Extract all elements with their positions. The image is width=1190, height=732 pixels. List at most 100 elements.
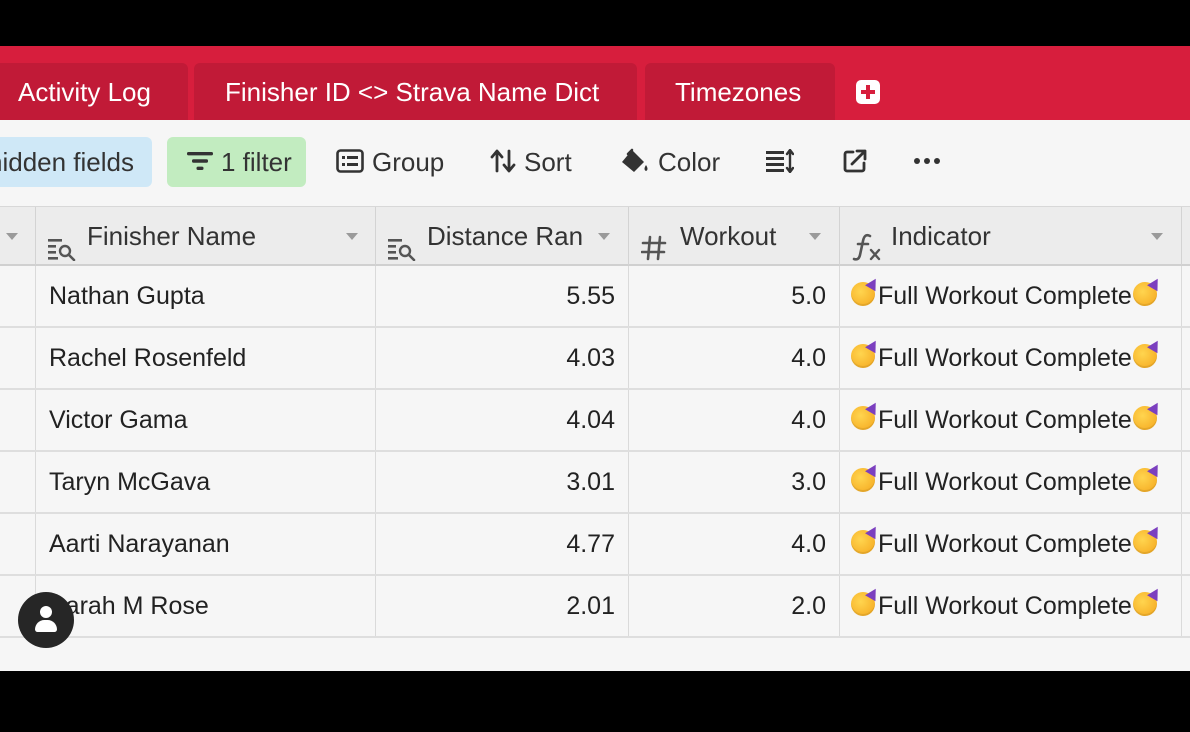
workout-cell[interactable]: 5.0	[629, 266, 840, 326]
distance-ran-cell[interactable]: 4.77	[376, 514, 629, 574]
workout-cell[interactable]: 4.0	[629, 514, 840, 574]
indicator-text: Full Workout Complete	[878, 406, 1132, 434]
app-window: Activity Log Finisher ID <> Strava Name …	[0, 46, 1190, 671]
row-number-cell[interactable]	[0, 390, 36, 450]
sort-button[interactable]: Sort	[490, 137, 572, 187]
chevron-down-icon[interactable]	[809, 233, 821, 240]
indicator-cell[interactable]: Full Workout Complete	[840, 390, 1182, 450]
sort-icon	[490, 149, 516, 173]
indicator-text: Full Workout Complete	[878, 530, 1132, 558]
party-face-icon	[1132, 530, 1157, 555]
row-number-header[interactable]	[0, 207, 36, 265]
chevron-down-icon[interactable]	[1151, 233, 1163, 240]
table-row[interactable]: Taryn McGava 3.01 3.0 Full Workout Compl…	[0, 452, 1190, 514]
indicator-text: Full Workout Complete	[878, 344, 1132, 372]
table-row[interactable]: Nathan Gupta 5.55 5.0 Full Workout Compl…	[0, 266, 1190, 328]
indicator-text: Full Workout Complete	[878, 468, 1132, 496]
group-icon	[336, 149, 364, 173]
row-number-cell[interactable]	[0, 452, 36, 512]
filter-label: 1 filter	[221, 147, 292, 177]
share-icon	[843, 149, 869, 173]
hidden-fields-button[interactable]: hidden fields	[0, 137, 152, 187]
party-face-icon	[851, 406, 875, 431]
table-row[interactable]: Victor Gama 4.04 4.0 Full Workout Comple…	[0, 390, 1190, 452]
column-label: Finisher Name	[87, 221, 257, 251]
group-label: Group	[372, 147, 445, 177]
column-header-indicator[interactable]: Indicator	[840, 207, 1182, 265]
chevron-down-icon[interactable]	[346, 233, 358, 240]
table-tab-bar: Activity Log Finisher ID <> Strava Name …	[0, 46, 1190, 120]
distance-ran-cell[interactable]: 4.03	[376, 328, 629, 388]
indicator-text: Full Workout Complete	[878, 282, 1132, 310]
party-face-icon	[1132, 282, 1157, 307]
party-face-icon	[851, 530, 875, 555]
more-dots-icon	[913, 157, 941, 165]
table-row[interactable]: Rachel Rosenfeld 4.03 4.0 Full Workout C…	[0, 328, 1190, 390]
indicator-cell[interactable]: Full Workout Complete	[840, 576, 1182, 636]
data-grid: Finisher Name Distance Ran Workout Indic…	[0, 206, 1190, 671]
color-label: Color	[658, 147, 721, 177]
color-button[interactable]: Color	[620, 137, 720, 187]
chevron-down-icon[interactable]	[6, 233, 18, 240]
filter-icon	[187, 150, 213, 172]
row-number-cell[interactable]	[0, 266, 36, 326]
finisher-name-cell[interactable]: Sarah M Rose	[36, 576, 376, 636]
row-height-icon	[766, 149, 794, 174]
view-toolbar: hidden fields 1 filter Group Sort Color	[0, 120, 1190, 206]
party-face-icon	[851, 282, 875, 307]
column-header-workout[interactable]: Workout	[629, 207, 840, 265]
party-face-icon	[1132, 592, 1157, 617]
filter-button[interactable]: 1 filter	[167, 137, 306, 187]
row-number-cell[interactable]	[0, 514, 36, 574]
sort-label: Sort	[524, 147, 572, 177]
party-face-icon	[851, 344, 875, 369]
group-button[interactable]: Group	[336, 137, 444, 187]
column-header-overflow[interactable]	[1182, 207, 1190, 265]
grid-header: Finisher Name Distance Ran Workout Indic…	[0, 206, 1190, 266]
party-face-icon	[851, 592, 875, 617]
row-height-button[interactable]	[766, 137, 796, 187]
workout-cell[interactable]: 2.0	[629, 576, 840, 636]
party-face-icon	[1132, 406, 1157, 431]
finisher-name-cell[interactable]: Nathan Gupta	[36, 266, 376, 326]
finisher-name-cell[interactable]: Taryn McGava	[36, 452, 376, 512]
tab-finisher-id-strava-name-dict[interactable]: Finisher ID <> Strava Name Dict	[194, 63, 637, 120]
finisher-name-cell[interactable]: Victor Gama	[36, 390, 376, 450]
column-label: Workout	[680, 221, 777, 251]
tab-activity-log[interactable]: Activity Log	[0, 63, 188, 120]
table-row[interactable]: Aarti Narayanan 4.77 4.0 Full Workout Co…	[0, 514, 1190, 576]
hidden-fields-label: hidden fields	[0, 147, 134, 177]
indicator-text: Full Workout Complete	[878, 592, 1132, 620]
avatar-body	[35, 620, 57, 632]
party-face-icon	[851, 468, 875, 493]
workout-cell[interactable]: 3.0	[629, 452, 840, 512]
tab-timezones[interactable]: Timezones	[645, 63, 835, 120]
distance-ran-cell[interactable]: 3.01	[376, 452, 629, 512]
finisher-name-cell[interactable]: Rachel Rosenfeld	[36, 328, 376, 388]
chevron-down-icon[interactable]	[598, 233, 610, 240]
indicator-cell[interactable]: Full Workout Complete	[840, 514, 1182, 574]
share-view-button[interactable]	[843, 137, 873, 187]
column-header-distance-ran[interactable]: Distance Ran	[376, 207, 629, 265]
indicator-cell[interactable]: Full Workout Complete	[840, 266, 1182, 326]
party-face-icon	[1132, 344, 1157, 369]
column-label: Distance Ran	[427, 221, 584, 251]
distance-ran-cell[interactable]: 2.01	[376, 576, 629, 636]
more-options-button[interactable]	[913, 137, 943, 187]
add-table-icon[interactable]	[856, 80, 880, 104]
distance-ran-cell[interactable]: 5.55	[376, 266, 629, 326]
workout-cell[interactable]: 4.0	[629, 328, 840, 388]
avatar-head	[40, 606, 52, 618]
workout-cell[interactable]: 4.0	[629, 390, 840, 450]
indicator-cell[interactable]: Full Workout Complete	[840, 452, 1182, 512]
distance-ran-cell[interactable]: 4.04	[376, 390, 629, 450]
paint-bucket-icon	[620, 148, 650, 174]
finisher-name-cell[interactable]: Aarti Narayanan	[36, 514, 376, 574]
column-header-finisher-name[interactable]: Finisher Name	[36, 207, 376, 265]
account-avatar-icon[interactable]	[18, 592, 74, 648]
party-face-icon	[1132, 468, 1157, 493]
row-number-cell[interactable]	[0, 328, 36, 388]
indicator-cell[interactable]: Full Workout Complete	[840, 328, 1182, 388]
column-label: Indicator	[891, 221, 991, 251]
table-row[interactable]: Sarah M Rose 2.01 2.0 Full Workout Compl…	[0, 576, 1190, 638]
